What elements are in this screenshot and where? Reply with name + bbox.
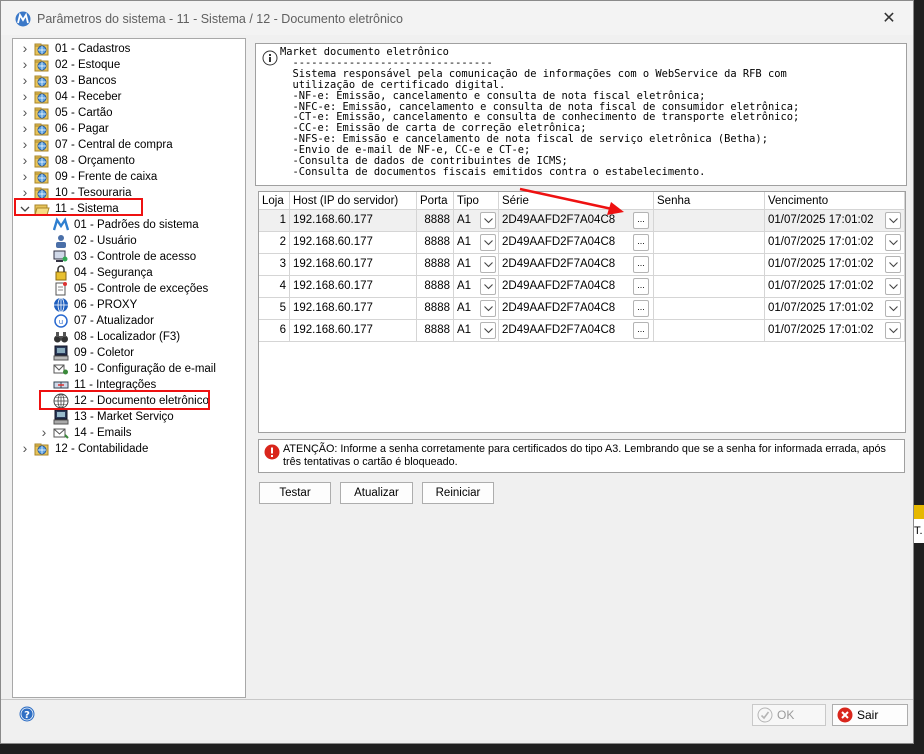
background-window-text: T.: [914, 519, 924, 543]
annotation-arrow: [519, 187, 624, 215]
background-window-strip: [914, 505, 924, 519]
